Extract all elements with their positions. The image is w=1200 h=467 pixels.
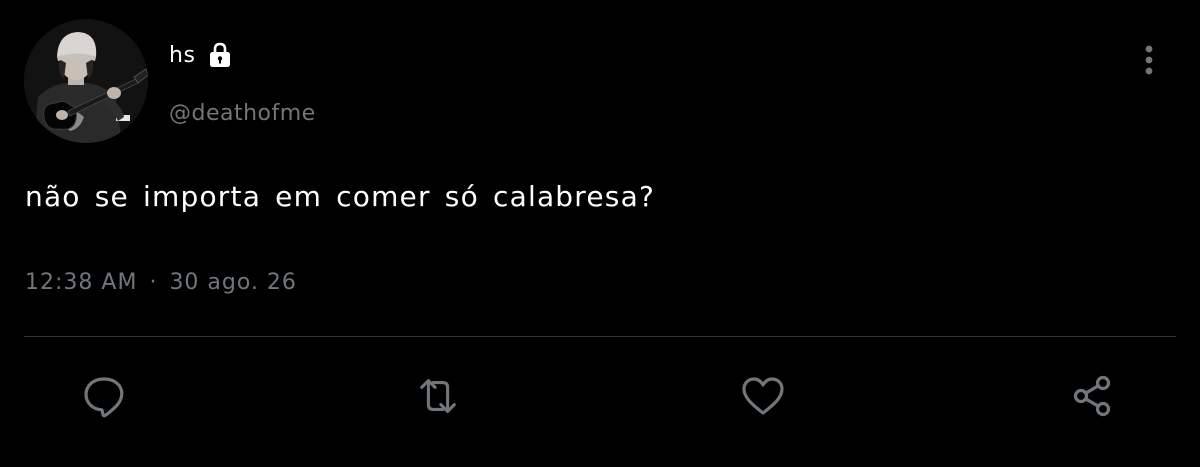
more-options-button[interactable] <box>1132 40 1166 80</box>
retweet-button[interactable] <box>414 372 462 420</box>
divider <box>24 336 1176 337</box>
retweet-icon <box>420 379 456 413</box>
avatar[interactable] <box>24 19 148 143</box>
like-button[interactable] <box>739 372 787 420</box>
meta-separator: · <box>149 270 158 295</box>
tweet-meta: 12:38 AM · 30 ago. 26 <box>25 270 297 295</box>
like-icon <box>742 377 784 415</box>
tweet-date[interactable]: 30 ago. 26 <box>169 270 297 295</box>
lock-icon <box>204 39 236 71</box>
more-vertical-icon <box>1145 45 1153 75</box>
display-name[interactable]: hs <box>169 43 195 68</box>
tweet-time[interactable]: 12:38 AM <box>25 270 137 295</box>
user-handle[interactable]: @deathofme <box>169 101 316 126</box>
share-icon <box>1073 375 1111 417</box>
avatar-image <box>24 19 148 143</box>
share-button[interactable] <box>1068 372 1116 420</box>
reply-icon <box>84 377 124 418</box>
author-name-row: hs <box>169 38 236 72</box>
reply-button[interactable] <box>80 372 128 420</box>
tweet-text: não se importa em comer só calabresa? <box>25 180 656 213</box>
